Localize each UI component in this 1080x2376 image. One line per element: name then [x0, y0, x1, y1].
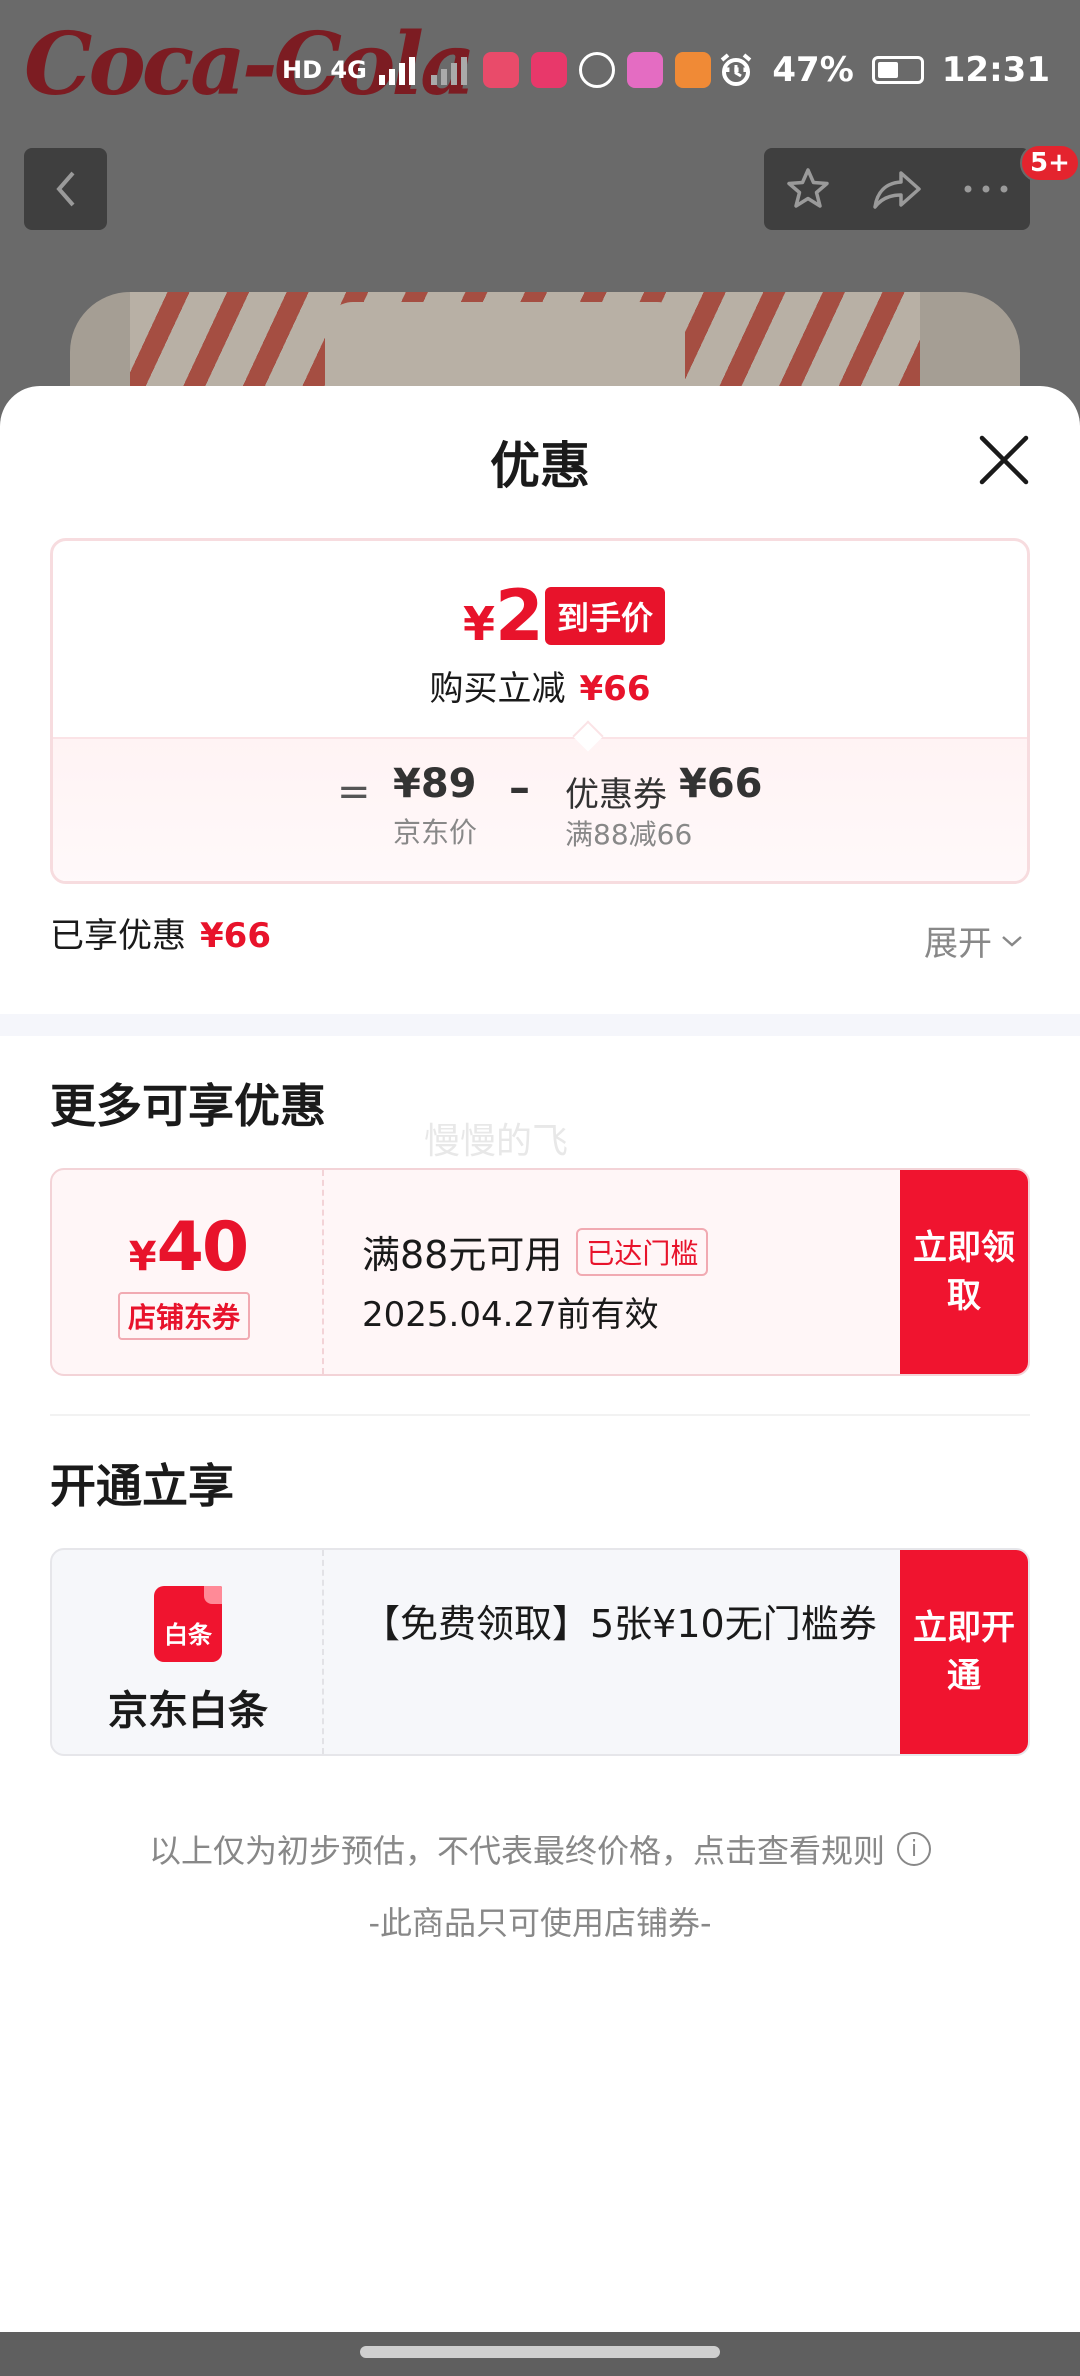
minus-sign: – [509, 763, 530, 812]
star-icon[interactable] [784, 165, 832, 213]
open-baitiao-button[interactable]: 立即开通 [900, 1550, 1028, 1754]
baitiao-offer: 【免费领取】5张¥10无门槛券 [362, 1602, 877, 1646]
equals-sign: = [337, 769, 371, 815]
jd-price: ¥89 [393, 761, 477, 807]
signal-icon [378, 57, 415, 85]
close-icon[interactable] [976, 432, 1032, 488]
price-breakdown-card: ¥23 到手价 购买立减 ¥66 = ¥89 京东价 – 优惠券 ¥66 满88减… [50, 538, 1030, 884]
threshold-reached-tag: 已达门槛 [576, 1227, 709, 1276]
coupon-currency: ¥ [128, 1234, 157, 1280]
battery-percent: 47% [772, 50, 854, 90]
status-bar: Coca-Cola HD 4G ··· 47% 12:31 [0, 0, 1080, 150]
home-indicator[interactable] [360, 2346, 720, 2358]
more-discounts-title: 更多可享优惠 [50, 1079, 326, 1133]
open-enjoy-title: 开通立享 [50, 1459, 234, 1513]
enjoyed-label: 已享优惠 [50, 916, 186, 956]
coupon-amount-value: 40 [156, 1208, 250, 1287]
baitiao-name: 京东白条 [108, 1688, 268, 1734]
coupon-usage-condition: 满88元可用 [362, 1233, 563, 1277]
video-app-icon [626, 52, 663, 88]
signal-2-icon [430, 57, 467, 85]
status-icons: HD 4G ··· [282, 52, 750, 88]
watermark: 慢慢的飞 [424, 1121, 569, 1162]
final-price-tag: 到手价 [545, 587, 666, 645]
coupon-condition: 满88减66 [565, 818, 693, 851]
music-app-icon [674, 52, 711, 88]
expand-label: 展开 [924, 924, 992, 964]
coupon-validity: 2025.04.27前有效 [362, 1295, 659, 1335]
chevron-left-icon [55, 171, 75, 207]
coupon-amount: ¥40 [52, 1208, 324, 1287]
shop-coupon-only-note: -此商品只可使用店铺券- [368, 1904, 712, 1942]
enjoyed-discount: 已享优惠 ¥66 [50, 908, 271, 957]
baitiao-logo-icon: 白条 [154, 1586, 222, 1662]
back-button[interactable] [24, 148, 107, 230]
chevron-down-icon [1002, 935, 1022, 947]
clock: 12:31 [941, 50, 1050, 90]
jd-price-label: 京东价 [393, 816, 478, 849]
app-notification-icon [482, 52, 519, 88]
baitiao-brand-section: 白条 京东白条 [52, 1550, 324, 1754]
coupon-amount-section: ¥40 店铺东券 [52, 1170, 324, 1374]
shop-coupon-card: ¥40 店铺东券 满88元可用 已达门槛 2025.04.27前有效 立即领取 [50, 1168, 1030, 1376]
discount-sheet: 优惠 ¥23 到手价 购买立减 ¥66 = ¥89 京东价 – 优惠券 ¥66 满… [0, 386, 1080, 2332]
app-notification-icon [530, 52, 567, 88]
purchase-reduction: 购买立减 ¥66 [53, 661, 1027, 710]
section-divider [0, 1014, 1080, 1036]
coupon-type-tag: 店铺东券 [118, 1292, 251, 1340]
expand-button[interactable]: 展开 [924, 916, 1024, 965]
top-action-group [764, 148, 1030, 230]
baitiao-card: 白条 京东白条 【免费领取】5张¥10无门槛券 立即开通 [50, 1548, 1030, 1756]
share-icon[interactable] [871, 167, 923, 211]
coupon-details: 满88元可用 已达门槛 2025.04.27前有效 [362, 1224, 709, 1336]
network-indicator: HD 4G [282, 56, 367, 84]
coupon-value: ¥66 [679, 761, 763, 807]
rules-note[interactable]: 以上仅为初步预估，不代表最终价格，点击查看规则 i [0, 1826, 1080, 1872]
message-badge: 5+ [1020, 144, 1080, 182]
status-right: 47% 12:31 [718, 50, 1050, 90]
alarm-icon [721, 53, 752, 86]
wechat-icon [578, 52, 615, 88]
claim-coupon-button[interactable]: 立即领取 [900, 1170, 1028, 1374]
enjoyed-value: ¥66 [200, 916, 271, 956]
battery-icon [871, 56, 924, 84]
price-formula-section [53, 737, 1027, 881]
reduction-value: ¥66 [579, 669, 651, 709]
rules-note-text: 以上仅为初步预估，不代表最终价格，点击查看规则 [148, 1832, 885, 1870]
info-icon[interactable]: i [897, 1832, 931, 1866]
divider [50, 1414, 1030, 1416]
final-price-currency: ¥ [463, 597, 496, 651]
reduction-label: 购买立减 [429, 669, 566, 709]
sheet-title: 优惠 [490, 437, 590, 495]
coupon-label: 优惠券 [565, 775, 667, 815]
more-icon[interactable] [962, 183, 1010, 195]
final-price-section: ¥23 到手价 购买立减 ¥66 [53, 541, 1027, 737]
